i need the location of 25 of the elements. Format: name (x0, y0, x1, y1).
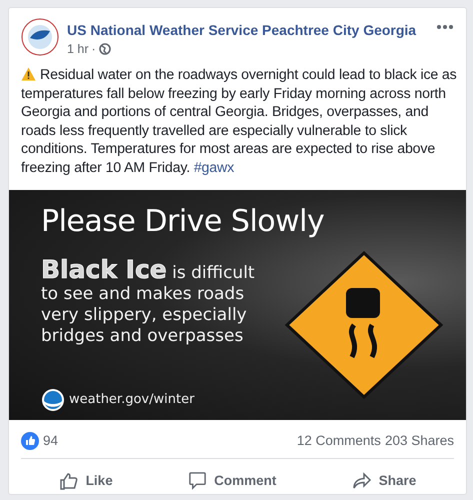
slippery-road-sign-icon (284, 250, 444, 400)
noaa-logo-icon (41, 388, 65, 412)
share-arrow-icon (352, 472, 372, 490)
road-safety-graphic[interactable]: Please Drive Slowly Black Ice is difficult to see and makes roads very slippery, especially bridges and overpasses weather.gov/winter (9, 190, 466, 420)
warning-icon (21, 67, 36, 81)
hashtag-link[interactable]: #gawx (194, 160, 234, 176)
separator-dot: · (92, 42, 96, 56)
graphic-message: Black Ice is difficult to see and makes roads very slippery, especially bridges and overpasses (41, 258, 256, 347)
speech-bubble-icon (188, 471, 208, 490)
thumbs-up-icon (58, 470, 79, 491)
globe-icon (98, 43, 111, 55)
share-count[interactable]: 203 Shares (384, 433, 454, 448)
share-button[interactable]: Share (346, 468, 422, 493)
comment-count[interactable]: 12 Comments (296, 433, 381, 448)
weather-service-logo-icon (21, 18, 59, 56)
more-options-icon[interactable] (436, 24, 454, 30)
comment-button[interactable]: Comment (182, 468, 282, 493)
graphic-url: weather.gov/winter (69, 392, 194, 408)
reaction-count[interactable]: 94 (43, 433, 58, 448)
post-time[interactable]: 1 hr (67, 42, 89, 56)
post-text: Residual water on the roadways overnight could lead to black ice as temperatures fall below freezing by early Friday morning across north Georgia and portions of central Georgia. Bridges, overpasses, and roads less frequently travelled are especially vulnerable to slick conditions. Temperatures for most areas are expected to rise above freezing after 10 AM Friday. #gawx (21, 66, 458, 178)
like-reaction-icon (21, 432, 39, 450)
page-name-link[interactable]: US National Weather Service Peachtree City Georgia (67, 22, 428, 38)
graphic-headline: Please Drive Slowly (41, 204, 326, 239)
like-button[interactable]: Like (52, 468, 119, 493)
